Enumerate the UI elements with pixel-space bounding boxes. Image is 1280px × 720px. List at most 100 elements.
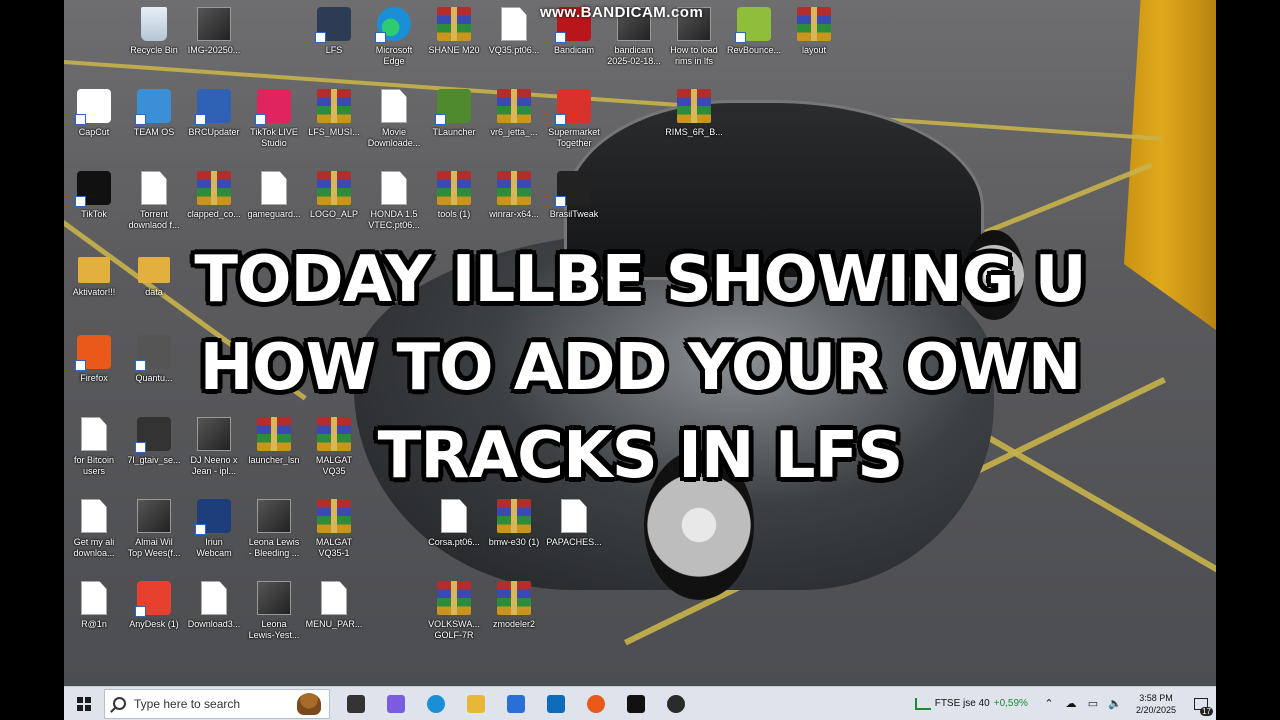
taskbar-pinned-app[interactable] xyxy=(416,687,456,720)
notification-count: 17 xyxy=(1200,706,1213,716)
stock-widget[interactable]: FTSE jse 40 +0,59% xyxy=(914,697,1028,710)
taskbar-pinned-app[interactable] xyxy=(496,687,536,720)
desktop-icon[interactable]: IMG-20250... xyxy=(184,2,244,82)
desktop-icon[interactable]: SHANE M20 xyxy=(424,2,484,82)
desktop-icon[interactable]: RIMS_6R_B... xyxy=(664,84,724,164)
notification-button[interactable]: 17 xyxy=(1186,687,1216,720)
overlay-line: TRACKS IN LFS xyxy=(376,418,905,495)
desktop-icon[interactable]: Supermarket Together xyxy=(544,84,604,164)
desktop-icon[interactable]: MENU_PAR... xyxy=(304,576,364,656)
desktop-icon[interactable]: Microsoft Edge xyxy=(364,2,424,82)
desktop-icon[interactable]: bmw-e30 (1) xyxy=(484,494,544,574)
desktop-icon[interactable]: Download3... xyxy=(184,576,244,656)
desktop-icon-label: BrasilTweak xyxy=(549,209,599,219)
desktop-icon[interactable]: LOGO_ALP xyxy=(304,166,364,246)
desktop-icon[interactable]: clapped_co... xyxy=(184,166,244,246)
desktop-icon[interactable]: MALGAT VQ35-1 xyxy=(304,494,364,574)
stock-change: +0,59% xyxy=(993,698,1028,709)
desktop-icon[interactable]: layout xyxy=(784,2,844,82)
desktop-icon-label: layout xyxy=(801,45,827,55)
app-icon xyxy=(255,89,291,125)
desktop-icon[interactable]: Almai Wil Top Wees(f... xyxy=(124,494,184,574)
copilot-icon xyxy=(387,694,405,713)
winrar-archive-icon xyxy=(497,581,531,615)
desktop-icon[interactable]: Iriun Webcam xyxy=(184,494,244,574)
network-icon[interactable]: ▭ xyxy=(1084,697,1102,710)
desktop-icon[interactable]: TLauncher xyxy=(424,84,484,164)
desktop-icon[interactable]: TEAM OS xyxy=(124,84,184,164)
desktop-icon[interactable]: winrar-x64... xyxy=(484,166,544,246)
desktop-icon[interactable]: tools (1) xyxy=(424,166,484,246)
search-highlight-icon xyxy=(297,692,321,715)
app-icon xyxy=(555,171,591,207)
desktop-icon[interactable]: CapCut xyxy=(64,84,124,164)
desktop-icon[interactable]: VQ35.pt06... xyxy=(484,2,544,82)
file-icon xyxy=(81,581,107,615)
taskbar-pinned-app[interactable] xyxy=(576,687,616,720)
desktop-icon[interactable]: HONDA 1.5 VTEC.pt06... xyxy=(364,166,424,246)
desktop-icon[interactable]: RevBounce... xyxy=(724,2,784,82)
taskbar: Type here to search FTSE jse 40 +0,59% ⌃… xyxy=(64,686,1216,720)
desktop-icon[interactable]: Corsa.pt06... xyxy=(424,494,484,574)
file-icon xyxy=(141,171,167,205)
desktop-icon-label: IMG-20250... xyxy=(187,45,241,55)
obs-icon xyxy=(667,694,685,713)
app-icon xyxy=(135,581,171,617)
desktop-icon-label: MENU_PAR... xyxy=(305,619,363,629)
file-icon xyxy=(321,581,347,615)
windows-icon xyxy=(77,696,91,711)
desktop-icon[interactable]: Leona Lewis - Bleeding ... xyxy=(244,494,304,574)
winrar-archive-icon xyxy=(497,89,531,123)
desktop-icon[interactable]: Torrent downlaod f... xyxy=(124,166,184,246)
winrar-archive-icon xyxy=(317,499,351,533)
taskbar-pinned-app[interactable] xyxy=(376,687,416,720)
start-button[interactable] xyxy=(64,687,104,720)
desktop-icon[interactable]: TikTok LIVE Studio xyxy=(244,84,304,164)
winrar-archive-icon xyxy=(317,171,351,205)
cloud-icon[interactable]: ☁ xyxy=(1062,697,1080,710)
desktop-icon[interactable]: AnyDesk (1) xyxy=(124,576,184,656)
winrar-archive-icon xyxy=(437,581,471,615)
desktop-icon[interactable]: R@1n xyxy=(64,576,124,656)
image-thumbnail-icon xyxy=(137,499,171,533)
desktop-icon[interactable]: Recycle Bin xyxy=(124,2,184,82)
taskbar-pinned-app[interactable] xyxy=(656,687,696,720)
file-icon xyxy=(381,171,407,205)
winrar-archive-icon xyxy=(497,171,531,205)
clock[interactable]: 3:58 PM 2/20/2025 xyxy=(1136,692,1176,716)
desktop-icon[interactable]: gameguard... xyxy=(244,166,304,246)
taskbar-pinned-app[interactable] xyxy=(456,687,496,720)
desktop-icon[interactable]: zmodeler2 xyxy=(484,576,544,656)
volume-icon[interactable]: 🔈 xyxy=(1106,697,1124,710)
desktop-icon[interactable]: BRCUpdater xyxy=(184,84,244,164)
desktop-icon[interactable]: Get my ali downloa... xyxy=(64,494,124,574)
outlook-icon xyxy=(547,694,565,713)
winrar-archive-icon xyxy=(437,171,471,205)
desktop-icon[interactable]: VOLKSWA... GOLF-7R xyxy=(424,576,484,656)
stock-chart-icon xyxy=(914,697,931,710)
app-icon xyxy=(195,499,231,535)
winrar-archive-icon xyxy=(317,89,351,123)
desktop-icon[interactable]: BrasilTweak xyxy=(544,166,604,246)
app-icon xyxy=(75,89,111,125)
winrar-archive-icon xyxy=(437,7,471,41)
desktop-icon[interactable]: Movie Downloade... xyxy=(364,84,424,164)
taskbar-search[interactable]: Type here to search xyxy=(104,688,330,719)
stock-name: FTSE jse 40 xyxy=(934,698,990,709)
desktop-icon[interactable]: Leona Lewis-Yest... xyxy=(244,576,304,656)
chevron-up-icon[interactable]: ⌃ xyxy=(1040,697,1058,710)
image-thumbnail-icon xyxy=(257,499,291,533)
taskbar-pinned-app[interactable] xyxy=(536,687,576,720)
file-icon xyxy=(501,7,527,41)
desktop-icon-label: MALGAT VQ35-1 xyxy=(315,537,353,558)
desktop-icon[interactable]: TikTok xyxy=(64,166,124,246)
desktop-icon[interactable]: LFS_MUSI... xyxy=(304,84,364,164)
app-icon xyxy=(315,7,351,43)
desktop-icon[interactable]: LFS xyxy=(304,2,364,82)
overlay-line: TODAY ILLBE SHOWING U xyxy=(193,242,1088,319)
taskbar-pinned-app[interactable] xyxy=(336,687,376,720)
file-explorer-icon xyxy=(467,694,485,713)
desktop-icon[interactable]: vr6_jetta_... xyxy=(484,84,544,164)
desktop-icon[interactable]: PAPACHES... xyxy=(544,494,604,574)
taskbar-pinned-app[interactable] xyxy=(616,687,656,720)
